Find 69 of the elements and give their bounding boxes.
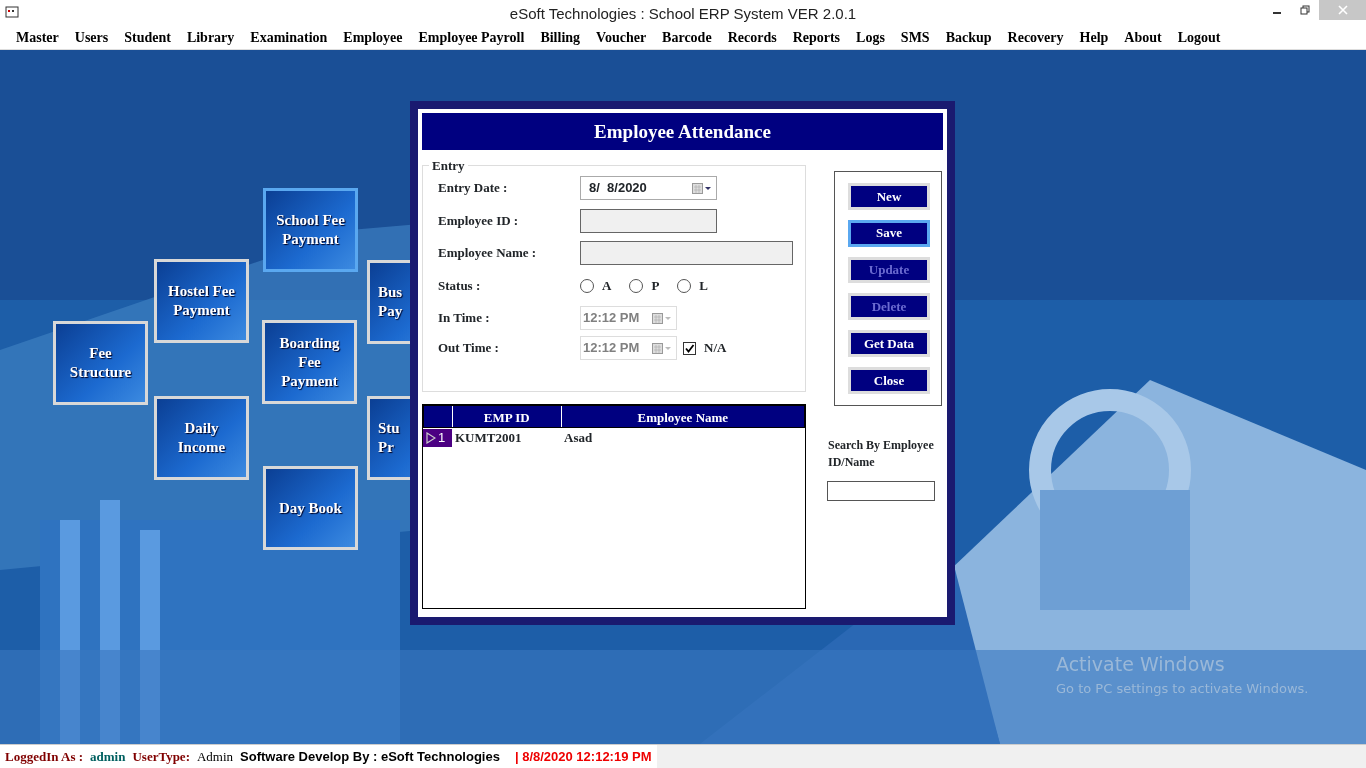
- field-label: Out Time :: [438, 339, 500, 358]
- action-button[interactable]: Get Data: [848, 330, 930, 358]
- field-label: Status :: [438, 277, 482, 296]
- row-header[interactable]: 1: [423, 429, 452, 447]
- close-icon: [1337, 5, 1348, 15]
- status-text: Admin: [196, 747, 234, 766]
- window-title: eSoft Technologies : School ERP System VER 2.0.1: [509, 4, 857, 24]
- menu-tile[interactable]: School Fee Payment: [263, 188, 358, 272]
- menu-item[interactable]: Master: [8, 23, 67, 51]
- column-header[interactable]: Employee Name: [561, 406, 804, 427]
- menu-item[interactable]: Reports: [784, 23, 849, 51]
- restore-icon: [1300, 5, 1310, 15]
- menu-item[interactable]: Records: [719, 23, 785, 51]
- menu-item[interactable]: Employee: [335, 23, 411, 51]
- menu-item[interactable]: Billing: [532, 23, 589, 51]
- calendar-icon: [692, 182, 712, 194]
- table-cell-text: KUMT2001: [454, 429, 523, 448]
- search-field[interactable]: [827, 481, 935, 501]
- field-label: Entry Date :: [438, 179, 509, 198]
- action-button[interactable]: Save: [848, 219, 930, 247]
- radio-option[interactable]: P: [629, 276, 660, 296]
- status-text: admin: [90, 747, 126, 766]
- menu-tile[interactable]: Hostel Fee Payment: [154, 259, 249, 343]
- table-cell-text: Asad: [563, 429, 594, 448]
- menu-tile[interactable]: Day Book: [263, 466, 358, 550]
- status-text: | 8/8/2020 12:12:19 PM: [514, 747, 652, 766]
- status-text: Software Develop By : eSoft Technologies: [240, 747, 500, 766]
- menu-item[interactable]: Logout: [1169, 23, 1229, 51]
- radio-option[interactable]: A: [580, 276, 612, 296]
- status-text: UserType:: [132, 747, 190, 766]
- menu-item[interactable]: Voucher: [588, 23, 655, 51]
- action-button[interactable]: New: [848, 183, 930, 210]
- row-pointer-icon: [426, 432, 436, 444]
- menu-item[interactable]: About: [1116, 23, 1170, 51]
- menu-item[interactable]: Library: [178, 23, 243, 51]
- na-checkbox[interactable]: N/A: [683, 338, 727, 358]
- menu-item[interactable]: Users: [66, 23, 117, 51]
- calendar-icon: [652, 312, 672, 324]
- menu-item[interactable]: Logs: [848, 23, 893, 51]
- field-label: In Time :: [438, 309, 491, 328]
- menu-item[interactable]: Examination: [242, 23, 336, 51]
- input-field[interactable]: [580, 209, 717, 233]
- column-header[interactable]: EMP ID: [452, 406, 562, 427]
- field-label: Employee Name :: [438, 244, 538, 263]
- input-field[interactable]: [579, 241, 793, 265]
- date-picker[interactable]: 8/ 8/2020: [580, 176, 717, 200]
- notice-text: Go to PC settings to activate Windows.: [1056, 679, 1309, 698]
- menu-tile[interactable]: Daily Income: [154, 396, 249, 480]
- menu-item[interactable]: Help: [1071, 23, 1117, 51]
- minimize-icon: [1273, 12, 1281, 14]
- menu-item[interactable]: Recovery: [999, 23, 1072, 51]
- menu-item[interactable]: Backup: [937, 23, 1000, 51]
- radio-option[interactable]: L: [677, 276, 708, 296]
- calendar-icon: [652, 342, 672, 354]
- menu-item[interactable]: Barcode: [654, 23, 720, 51]
- menu-item[interactable]: SMS: [892, 23, 938, 51]
- check-icon: [684, 342, 695, 354]
- action-button[interactable]: Close: [848, 367, 930, 394]
- menu-tile[interactable]: Fee Structure: [53, 321, 148, 405]
- row-number: 1: [438, 429, 446, 448]
- status-text: LoggedIn As :: [5, 747, 84, 766]
- menu-tile[interactable]: Boarding Fee Payment: [262, 320, 357, 404]
- menu-item[interactable]: Employee Payroll: [410, 23, 533, 51]
- menu-item[interactable]: Student: [116, 23, 179, 51]
- field-label: Employee ID :: [438, 212, 520, 231]
- app-icon: [5, 6, 19, 18]
- notice-title: Activate Windows: [1056, 652, 1226, 677]
- search-label: Search By Employee ID/Name: [828, 437, 935, 471]
- dialog-title: Employee Attendance: [422, 113, 943, 150]
